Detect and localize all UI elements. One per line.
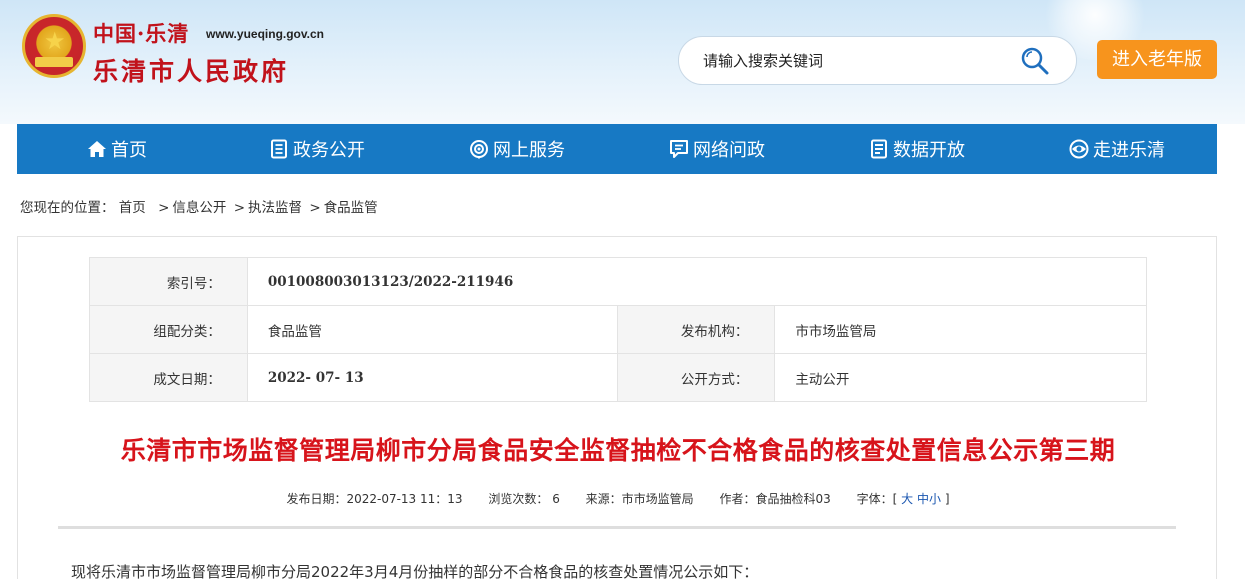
logo-url: www.yueqing.gov.cn [206,27,325,41]
document-icon [271,139,287,159]
national-emblem-icon: ★ [22,14,86,78]
metadata-table: 索引号： 001008003013123/2022-211946 组配分类： 食… [89,257,1148,402]
nav-label: 政务公开 [293,140,365,161]
font-medium-button[interactable]: 中 [917,492,929,506]
date-value: 2022- 07- 13 [246,353,618,402]
nav-label: 走进乐清 [1093,140,1165,161]
nav-item-online-inquiry[interactable]: 网络问政 [617,124,817,174]
divider [58,526,1176,529]
data-icon [871,139,887,159]
publisher-value: 市市场监管局 [774,305,1147,354]
chat-icon [670,140,688,158]
eye-icon [1069,139,1089,159]
breadcrumb-prefix: 您现在的位置： [20,200,115,216]
article-info: 发布日期：2022-07-13 11：13 浏览次数： 6 来源：市市场监管局 … [18,490,1218,507]
logo-top-text: 中国·乐清 [93,21,190,46]
article-title: 乐清市市场监督管理局柳市分局食品安全监督抽检不合格食品的核查处置信息公示第三期 [120,436,1116,465]
search-box [678,36,1077,85]
nav-label: 网络问政 [693,140,765,161]
date-label: 成文日期： [89,353,248,402]
table-row: 索引号： 001008003013123/2022-211946 [89,257,1148,306]
article-author: 作者：食品抽检科03 [719,492,831,506]
article-intro: 现将乐清市市场监督管理局柳市分局2022年3月4月份抽样的部分不合格食品的核查处… [71,563,759,579]
breadcrumb-home[interactable]: 首页 [119,200,146,216]
category-value: 食品监管 [246,305,618,354]
search-icon[interactable] [1019,45,1051,77]
index-label: 索引号： [89,257,248,306]
article-container: 索引号： 001008003013123/2022-211946 组配分类： 食… [17,236,1217,579]
publish-date: 发布日期：2022-07-13 11：13 [286,492,463,506]
breadcrumb: 您现在的位置： 首页 > 信息公开 > 执法监督 > 食品监管 [20,196,378,216]
breadcrumb-info-disclosure[interactable]: 信息公开 [172,200,226,216]
table-row: 成文日期： 2022- 07- 13 公开方式： 主动公开 [89,353,1147,402]
font-large-button[interactable]: 大 [901,492,913,506]
elder-mode-button[interactable]: 进入老年版 [1097,40,1217,79]
service-icon [470,140,488,159]
nav-label: 网上服务 [493,140,565,161]
site-name[interactable]: 乐清市人民政府 [93,52,289,88]
nav-item-government-affairs[interactable]: 政务公开 [217,124,417,174]
breadcrumb-separator: > [158,200,170,216]
main-nav: 首页 政务公开 网上服务 网络问政 数据开放 走进乐清 [17,124,1217,174]
category-label: 组配分类： [89,305,248,354]
table-row: 组配分类： 食品监管 发布机构： 市市场监管局 [89,305,1147,354]
breadcrumb-separator: > [309,200,321,216]
nav-item-open-data[interactable]: 数据开放 [817,124,1017,174]
publisher-label: 发布机构： [616,305,776,354]
nav-item-discover-yueqing[interactable]: 走进乐清 [1017,124,1217,174]
font-bracket-open: [ [892,492,898,506]
article-source: 来源：市市场监管局 [585,492,694,506]
site-header: ★ 中国·乐清 www.yueqing.gov.cn 乐清市人民政府 进入老年版 [0,0,1245,124]
breadcrumb-separator: > [233,200,246,216]
home-icon [88,141,106,157]
nav-item-online-service[interactable]: 网上服务 [417,124,617,174]
mode-label: 公开方式： [616,353,776,402]
nav-label: 首页 [111,140,147,161]
font-small-button[interactable]: 小 [929,492,941,506]
nav-item-home[interactable]: 首页 [17,124,217,174]
breadcrumb-food-supervision[interactable]: 食品监管 [324,200,378,216]
font-size-control: 字体：[ 大 中小 ] [857,492,950,506]
font-bracket-close: ] [944,492,950,506]
breadcrumb-law-enforcement[interactable]: 执法监督 [248,200,302,216]
font-size-label: 字体： [856,492,893,506]
search-input[interactable] [703,49,1023,73]
nav-label: 数据开放 [893,140,965,161]
view-count: 浏览次数： 6 [488,492,560,506]
mode-value: 主动公开 [774,353,1147,402]
index-value: 001008003013123/2022-211946 [246,257,1148,306]
